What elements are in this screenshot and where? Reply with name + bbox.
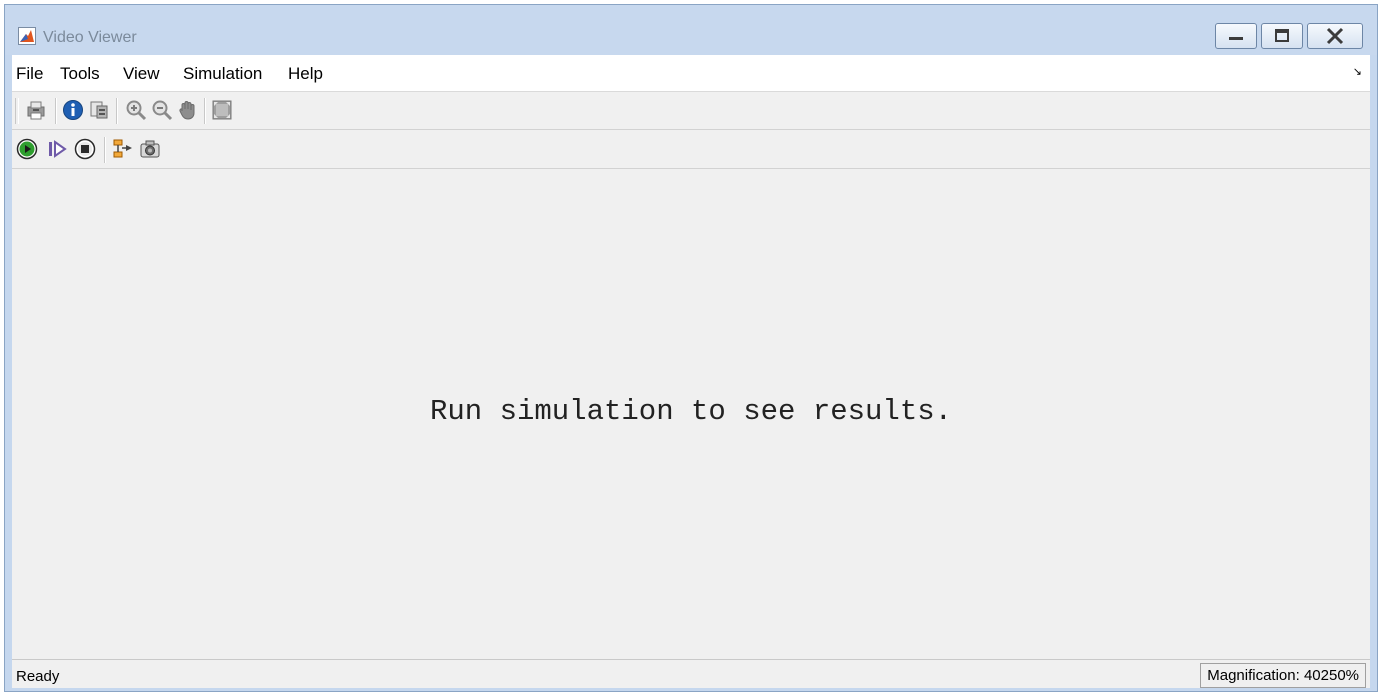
menu-bar: File Tools View Simulation Help ↘: [12, 55, 1370, 92]
info-icon[interactable]: [62, 99, 84, 121]
video-viewer-window: Video Viewer File Tools View Simulation …: [4, 4, 1378, 692]
toolbar-simulation: [12, 131, 1370, 169]
zoom-in-icon[interactable]: [125, 99, 147, 121]
snapshot-icon[interactable]: [139, 138, 161, 160]
status-text: Ready: [16, 668, 60, 685]
menu-help[interactable]: Help: [288, 64, 323, 84]
menu-view[interactable]: View: [123, 64, 160, 84]
pan-hand-icon[interactable]: [177, 99, 199, 121]
title-bar[interactable]: Video Viewer: [5, 5, 1377, 55]
menu-file[interactable]: File: [16, 64, 43, 84]
zoom-out-icon[interactable]: [151, 99, 173, 121]
matlab-icon: [18, 27, 36, 45]
stop-icon[interactable]: [74, 138, 96, 160]
fit-to-view-icon[interactable]: [211, 99, 233, 121]
status-bar: Ready Magnification: 40250%: [12, 659, 1370, 688]
toolbar-grip[interactable]: [15, 98, 19, 124]
menu-simulation[interactable]: Simulation: [183, 64, 262, 84]
print-icon[interactable]: [25, 99, 47, 121]
video-display-area[interactable]: Run simulation to see results.: [12, 169, 1370, 659]
simulation-message: Run simulation to see results.: [429, 395, 953, 428]
magnification-readout: Magnification: 40250%: [1200, 663, 1366, 688]
window-title: Video Viewer: [43, 29, 137, 46]
minimize-button[interactable]: [1215, 23, 1257, 49]
highlight-block-icon[interactable]: [112, 138, 134, 160]
run-icon[interactable]: [16, 138, 38, 160]
menu-tools[interactable]: Tools: [60, 64, 100, 84]
maximize-button[interactable]: [1261, 23, 1303, 49]
toolbar-view: [12, 92, 1370, 130]
export-icon[interactable]: [88, 99, 110, 121]
dock-arrow-icon[interactable]: ↘: [1353, 65, 1362, 78]
close-button[interactable]: [1307, 23, 1363, 49]
step-forward-icon[interactable]: [46, 138, 68, 160]
client-area: File Tools View Simulation Help ↘ Run si…: [12, 55, 1370, 688]
